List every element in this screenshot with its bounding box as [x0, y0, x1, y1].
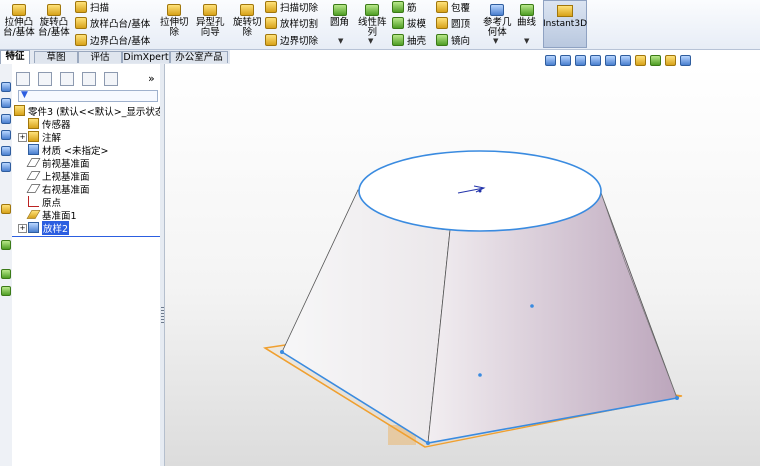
- base-vertex-left: [280, 350, 284, 354]
- loft-model[interactable]: [0, 0, 760, 466]
- base-center-point: [478, 373, 482, 377]
- top-center-point: [478, 189, 482, 193]
- base-vertex-right: [675, 396, 679, 400]
- base-vertex-front: [426, 441, 430, 445]
- base-vertex-back: [530, 304, 534, 308]
